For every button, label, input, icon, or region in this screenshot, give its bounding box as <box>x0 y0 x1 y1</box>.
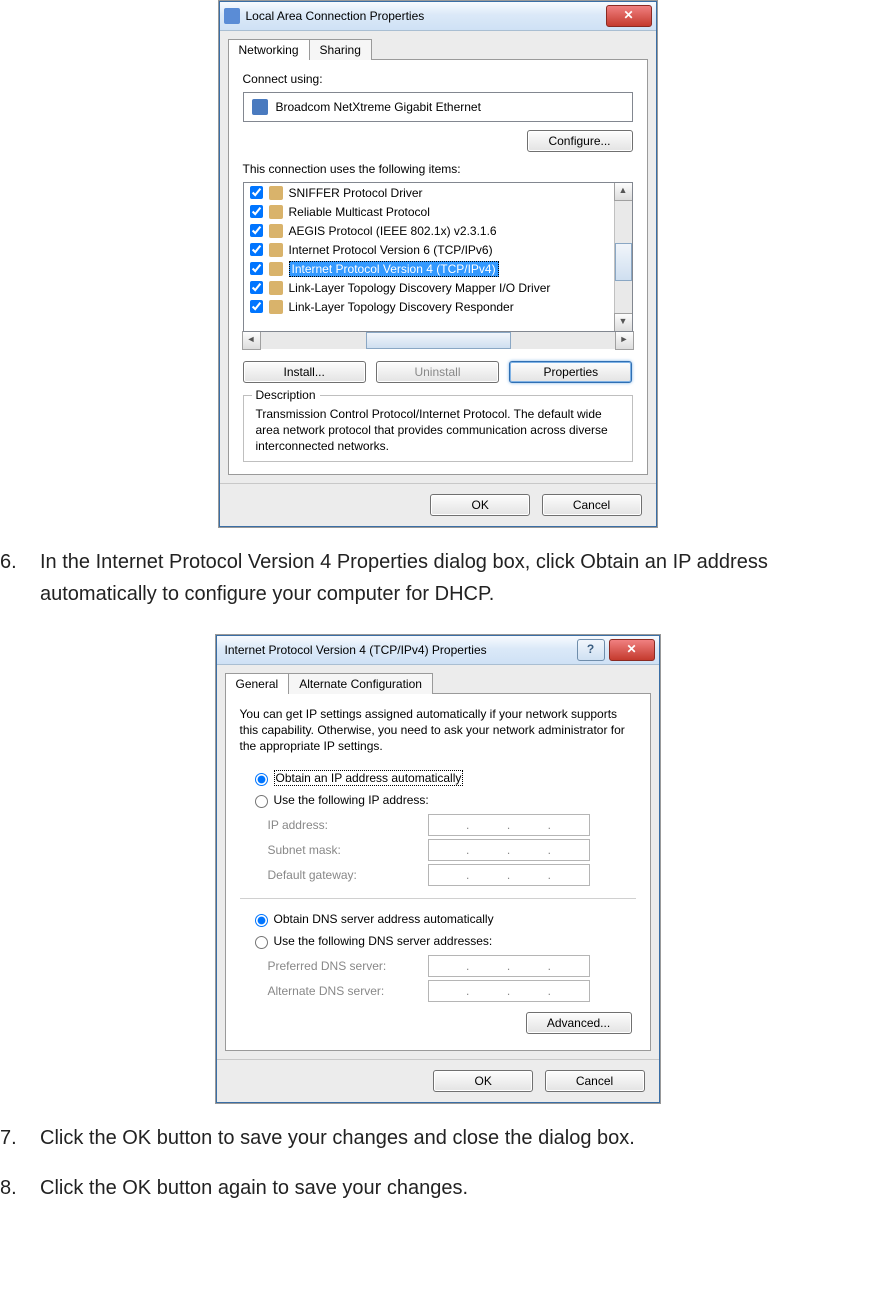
tab-body: Connect using: Broadcom NetXtreme Gigabi… <box>228 59 648 475</box>
list-item: AEGIS Protocol (IEEE 802.1x) v2.3.1.6 <box>244 221 615 240</box>
item-checkbox[interactable] <box>250 281 263 294</box>
window-title: Internet Protocol Version 4 (TCP/IPv4) P… <box>225 643 577 657</box>
protocol-icon <box>269 186 283 200</box>
adapter-box[interactable]: Broadcom NetXtreme Gigabit Ethernet <box>243 92 633 122</box>
nic-icon <box>252 99 268 115</box>
uninstall-button[interactable]: Uninstall <box>376 361 499 383</box>
install-button[interactable]: Install... <box>243 361 366 383</box>
tab-general[interactable]: General <box>225 673 290 694</box>
cancel-button[interactable]: Cancel <box>545 1070 645 1092</box>
radio-obtain-ip-auto[interactable]: Obtain an IP address automatically <box>250 770 636 786</box>
properties-button[interactable]: Properties <box>509 361 632 383</box>
list-item: Link-Layer Topology Discovery Responder <box>244 297 615 316</box>
radio-input[interactable] <box>255 795 268 808</box>
step-number: 6. <box>0 546 40 610</box>
radio-obtain-dns-auto[interactable]: Obtain DNS server address automatically <box>250 911 636 927</box>
preferred-dns-input[interactable]: ... <box>428 955 590 977</box>
help-button[interactable]: ? <box>577 639 605 661</box>
field-default-gateway: Default gateway: ... <box>268 864 636 886</box>
advanced-button[interactable]: Advanced... <box>526 1012 632 1034</box>
field-preferred-dns: Preferred DNS server: ... <box>268 955 636 977</box>
connect-using-label: Connect using: <box>243 72 633 86</box>
tab-networking[interactable]: Networking <box>228 39 310 60</box>
scroll-up-icon[interactable]: ▲ <box>614 182 633 201</box>
dialog-footer: OK Cancel <box>220 483 656 526</box>
description-text: Transmission Control Protocol/Internet P… <box>256 406 620 455</box>
components-listbox[interactable]: SNIFFER Protocol Driver Reliable Multica… <box>243 182 633 332</box>
list-item: SNIFFER Protocol Driver <box>244 183 615 202</box>
instruction-step-8: 8. Click the OK button again to save you… <box>0 1172 845 1204</box>
radio-use-dns[interactable]: Use the following DNS server addresses: <box>250 933 636 949</box>
titlebar: Local Area Connection Properties ✕ <box>220 2 656 31</box>
radio-input[interactable] <box>255 936 268 949</box>
alternate-dns-input[interactable]: ... <box>428 980 590 1002</box>
step-text: In the Internet Protocol Version 4 Prope… <box>40 546 845 610</box>
description-legend: Description <box>252 388 320 402</box>
radio-input[interactable] <box>255 773 268 786</box>
window-title: Local Area Connection Properties <box>246 9 606 23</box>
field-subnet-mask: Subnet mask: ... <box>268 839 636 861</box>
configure-button[interactable]: Configure... <box>527 130 633 152</box>
ok-button[interactable]: OK <box>430 494 530 516</box>
close-button[interactable]: ✕ <box>606 5 652 27</box>
ipv4-properties-dialog: Internet Protocol Version 4 (TCP/IPv4) P… <box>215 634 661 1105</box>
protocol-icon <box>269 281 283 295</box>
separator <box>240 898 636 899</box>
tab-body: You can get IP settings assigned automat… <box>225 693 651 1052</box>
horizontal-scrollbar[interactable]: ◄ ► <box>243 331 633 349</box>
vertical-scrollbar[interactable]: ▲ ▼ <box>614 183 632 331</box>
subnet-mask-input[interactable]: ... <box>428 839 590 861</box>
tabstrip: Networking Sharing <box>220 31 656 60</box>
dialog-footer: OK Cancel <box>217 1059 659 1102</box>
instruction-step-7: 7. Click the OK button to save your chan… <box>0 1122 845 1154</box>
item-checkbox[interactable] <box>250 243 263 256</box>
field-alternate-dns: Alternate DNS server: ... <box>268 980 636 1002</box>
step-number: 7. <box>0 1122 40 1154</box>
scroll-left-icon[interactable]: ◄ <box>242 331 261 350</box>
items-label: This connection uses the following items… <box>243 162 633 176</box>
field-ip-address: IP address: ... <box>268 814 636 836</box>
description-group: Description Transmission Control Protoco… <box>243 395 633 462</box>
tab-sharing[interactable]: Sharing <box>309 39 372 60</box>
lan-properties-dialog: Local Area Connection Properties ✕ Netwo… <box>218 0 658 528</box>
list-item: Reliable Multicast Protocol <box>244 202 615 221</box>
ip-address-input[interactable]: ... <box>428 814 590 836</box>
protocol-icon <box>269 224 283 238</box>
step-number: 8. <box>0 1172 40 1204</box>
tabstrip: General Alternate Configuration <box>217 665 659 694</box>
item-checkbox[interactable] <box>250 186 263 199</box>
radio-use-ip[interactable]: Use the following IP address: <box>250 792 636 808</box>
close-button[interactable]: ✕ <box>609 639 655 661</box>
item-checkbox[interactable] <box>250 205 263 218</box>
item-checkbox[interactable] <box>250 262 263 275</box>
scroll-thumb[interactable] <box>366 332 510 349</box>
scroll-right-icon[interactable]: ► <box>615 331 634 350</box>
list-item: Internet Protocol Version 6 (TCP/IPv6) <box>244 240 615 259</box>
ok-button[interactable]: OK <box>433 1070 533 1092</box>
scroll-thumb[interactable] <box>615 243 632 281</box>
item-checkbox[interactable] <box>250 224 263 237</box>
protocol-icon <box>269 262 283 276</box>
step-text: Click the OK button to save your changes… <box>40 1122 845 1154</box>
step-text: Click the OK button again to save your c… <box>40 1172 845 1204</box>
default-gateway-input[interactable]: ... <box>428 864 590 886</box>
adapter-name: Broadcom NetXtreme Gigabit Ethernet <box>276 100 481 114</box>
radio-input[interactable] <box>255 914 268 927</box>
list-item-selected: Internet Protocol Version 4 (TCP/IPv4) <box>244 259 615 278</box>
intro-text: You can get IP settings assigned automat… <box>240 706 636 755</box>
tab-alternate-configuration[interactable]: Alternate Configuration <box>288 673 433 694</box>
protocol-icon <box>269 243 283 257</box>
instruction-step-6: 6. In the Internet Protocol Version 4 Pr… <box>0 546 845 610</box>
cancel-button[interactable]: Cancel <box>542 494 642 516</box>
titlebar: Internet Protocol Version 4 (TCP/IPv4) P… <box>217 636 659 665</box>
item-checkbox[interactable] <box>250 300 263 313</box>
scroll-down-icon[interactable]: ▼ <box>614 313 633 332</box>
protocol-icon <box>269 205 283 219</box>
window-icon <box>224 8 240 24</box>
list-item: Link-Layer Topology Discovery Mapper I/O… <box>244 278 615 297</box>
protocol-icon <box>269 300 283 314</box>
